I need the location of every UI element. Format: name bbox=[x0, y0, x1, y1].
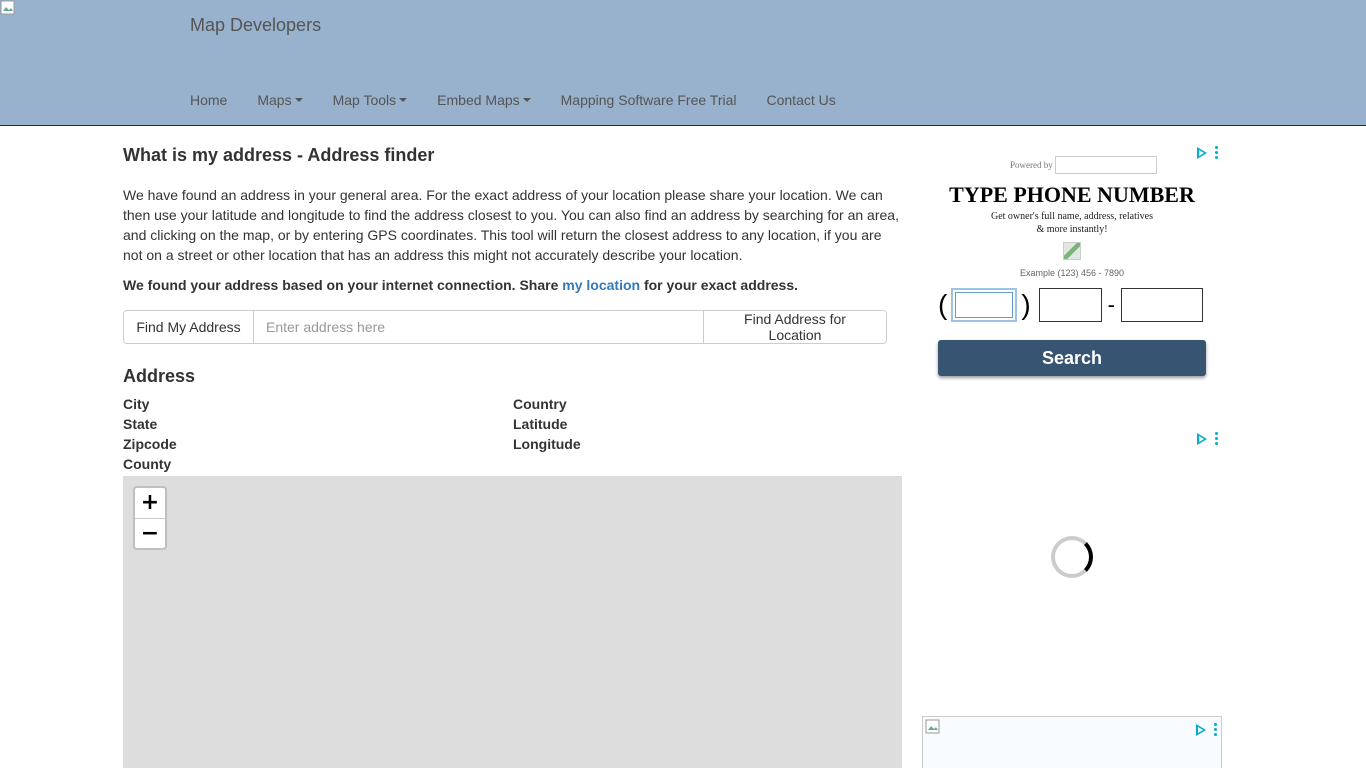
ad-search-button[interactable]: Search bbox=[938, 340, 1206, 376]
ad-choices[interactable] bbox=[1197, 432, 1218, 445]
ad-choices[interactable] bbox=[1196, 723, 1217, 736]
broken-image-icon bbox=[0, 0, 15, 15]
country-label: Country bbox=[513, 396, 567, 412]
ad-headline: TYPE PHONE NUMBER bbox=[949, 182, 1195, 207]
loading-spinner-icon bbox=[1051, 536, 1093, 578]
intro-paragraph: We have found an address in your general… bbox=[123, 187, 899, 263]
ad-subtitle: Get owner's full name, address, relative… bbox=[922, 210, 1222, 236]
broken-image-icon bbox=[925, 719, 940, 734]
ad-example-text: Example (123) 456 - 7890 bbox=[1019, 268, 1125, 278]
find-address-for-location-button[interactable]: Find Address for Location bbox=[703, 311, 886, 343]
ad-subtitle-line-2: & more instantly! bbox=[1036, 224, 1108, 235]
nav-map-tools[interactable]: Map Tools bbox=[318, 88, 423, 112]
line-number-input[interactable] bbox=[1120, 288, 1203, 322]
notice-prefix: We found your address based on your inte… bbox=[123, 277, 563, 293]
ad-choices[interactable] bbox=[1197, 146, 1218, 159]
phone-input-row: ( ) - bbox=[938, 288, 1203, 322]
address-search-group: Find My Address Find Address for Locatio… bbox=[123, 310, 887, 344]
main-content: What is my address - Address finder We h… bbox=[123, 140, 902, 474]
my-location-link[interactable]: my location bbox=[562, 277, 640, 293]
zoom-control: + − bbox=[133, 486, 167, 550]
nav-home-label: Home bbox=[190, 92, 228, 108]
find-my-address-button[interactable]: Find My Address bbox=[124, 311, 254, 343]
loading-ad[interactable] bbox=[922, 426, 1222, 686]
broken-image-icon bbox=[1054, 156, 1157, 174]
address-input[interactable] bbox=[254, 311, 703, 343]
ad-menu-icon[interactable] bbox=[1215, 432, 1218, 445]
nav-maps-label: Maps bbox=[257, 92, 292, 108]
ad-logo-icon bbox=[1063, 242, 1081, 260]
zoom-out-button[interactable]: − bbox=[135, 518, 165, 548]
nav-home[interactable]: Home bbox=[175, 88, 242, 112]
county-label: County bbox=[123, 456, 172, 472]
nav-mapping-software-trial-label: Mapping Software Free Trial bbox=[560, 92, 737, 108]
city-label: City bbox=[123, 396, 150, 412]
phone-dash: - bbox=[1107, 292, 1115, 317]
notice-suffix: for your exact address. bbox=[640, 277, 799, 293]
nav-mapping-software-trial[interactable]: Mapping Software Free Trial bbox=[546, 88, 752, 112]
address-fields: City Country State Latitude Zipcode Long… bbox=[123, 394, 902, 474]
open-paren: ( bbox=[938, 289, 948, 320]
nav-contact-us[interactable]: Contact Us bbox=[752, 88, 851, 112]
nav-embed-maps[interactable]: Embed Maps bbox=[422, 88, 545, 112]
longitude-label: Longitude bbox=[513, 436, 581, 452]
zoom-in-button[interactable]: + bbox=[135, 488, 165, 518]
ad-choices-icon[interactable] bbox=[1196, 723, 1206, 736]
page-title: What is my address - Address finder bbox=[123, 145, 435, 165]
site-header: Map Developers Home Maps Map Tools Embed… bbox=[0, 0, 1366, 126]
main-nav: Home Maps Map Tools Embed Maps Mapping S… bbox=[175, 88, 851, 112]
caret-down-icon bbox=[399, 98, 408, 102]
ad-subtitle-line-1: Get owner's full name, address, relative… bbox=[990, 211, 1154, 222]
nav-embed-maps-label: Embed Maps bbox=[437, 92, 520, 108]
ad-menu-icon[interactable] bbox=[1214, 723, 1217, 736]
prefix-input[interactable] bbox=[1038, 288, 1102, 322]
latitude-label: Latitude bbox=[513, 416, 568, 432]
ad-menu-icon[interactable] bbox=[1215, 146, 1218, 159]
bottom-ad[interactable] bbox=[922, 716, 1222, 768]
brand-logo-text[interactable]: Map Developers bbox=[190, 15, 321, 36]
address-heading: Address bbox=[123, 366, 196, 386]
ad-choices-icon[interactable] bbox=[1197, 146, 1207, 159]
nav-maps[interactable]: Maps bbox=[242, 88, 317, 112]
close-paren: ) bbox=[1021, 289, 1031, 320]
caret-down-icon bbox=[294, 98, 303, 102]
ad-powered-text: Powered by bbox=[1010, 160, 1053, 170]
area-code-input[interactable] bbox=[951, 288, 1018, 322]
ad-powered-by: Powered by bbox=[1010, 156, 1157, 174]
nav-contact-us-label: Contact Us bbox=[766, 92, 836, 108]
phone-lookup-ad[interactable]: Powered by TYPE PHONE NUMBER Get owner's… bbox=[922, 140, 1222, 390]
nav-map-tools-label: Map Tools bbox=[332, 92, 397, 108]
state-label: State bbox=[123, 416, 158, 432]
map-canvas[interactable]: + − bbox=[123, 476, 902, 768]
zipcode-label: Zipcode bbox=[123, 436, 177, 452]
location-notice: We found your address based on your inte… bbox=[123, 275, 902, 295]
ad-choices-icon[interactable] bbox=[1197, 432, 1207, 445]
caret-down-icon bbox=[522, 98, 531, 102]
